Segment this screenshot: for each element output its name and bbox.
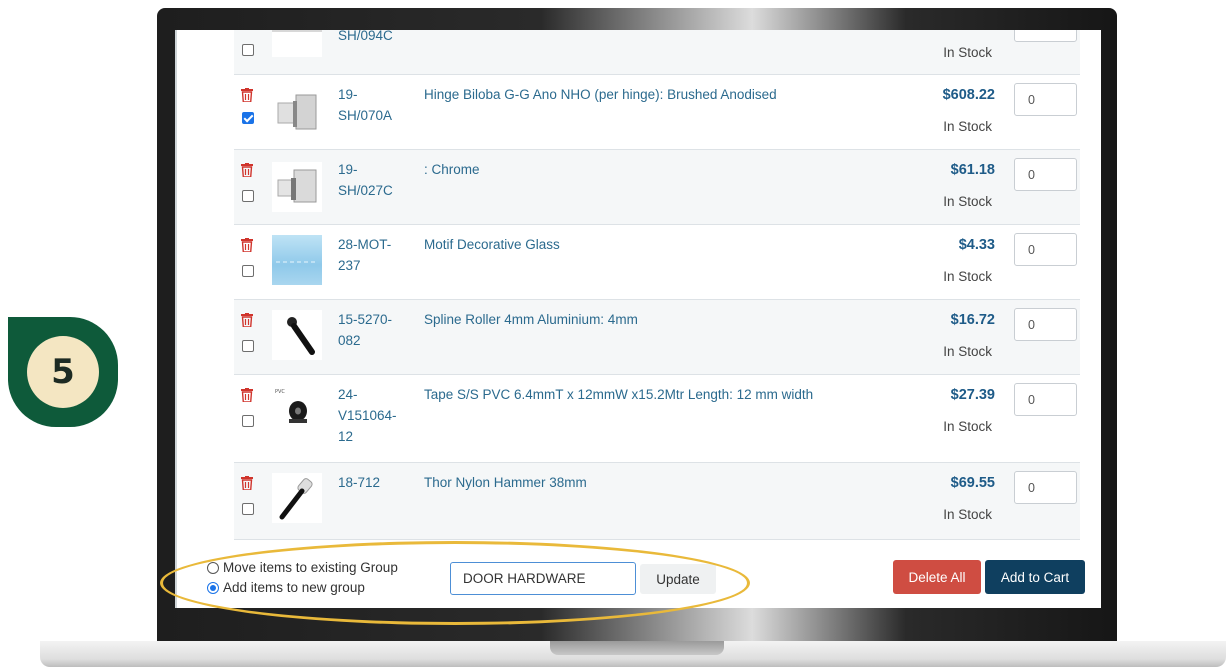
product-description[interactable]: Hinge Biloba G-G Ano NHO (per hinge): Br…	[424, 84, 824, 105]
step-number: 5	[27, 336, 99, 408]
product-sku[interactable]: 19- SH/070A	[338, 84, 402, 126]
quantity-input[interactable]: 0	[1014, 30, 1077, 42]
stock-status: In Stock	[943, 344, 992, 359]
table-row: 19- SH/027C : Chrome $61.18 In Stock 0	[234, 150, 1080, 225]
row-checkbox[interactable]	[242, 340, 254, 352]
trash-icon[interactable]	[241, 388, 253, 402]
product-thumbnail	[272, 87, 322, 137]
quantity-input[interactable]: 0	[1014, 233, 1077, 266]
stock-status: In Stock	[943, 45, 992, 60]
stock-status: In Stock	[943, 419, 992, 434]
product-description[interactable]: Spline Roller 4mm Aluminium: 4mm	[424, 309, 824, 330]
laptop-notch	[550, 641, 724, 655]
quantity-input[interactable]: 0	[1014, 471, 1077, 504]
product-sku[interactable]: SH/094C	[338, 30, 402, 46]
table-row: SH/094C In Stock 0	[234, 30, 1080, 75]
radio-move-existing[interactable]	[207, 561, 219, 574]
product-thumbnail	[272, 473, 322, 523]
table-row: 15-5270- 082 Spline Roller 4mm Aluminium…	[234, 300, 1080, 375]
stock-status: In Stock	[943, 119, 992, 134]
trash-icon[interactable]	[241, 313, 253, 327]
product-sku[interactable]: 19- SH/027C	[338, 159, 402, 201]
product-sku[interactable]: 24- V151064- 12	[338, 384, 402, 447]
product-thumbnail	[272, 30, 322, 57]
row-checkbox[interactable]	[242, 265, 254, 277]
stock-status: In Stock	[943, 269, 992, 284]
move-to-existing-group-option[interactable]: Move items to existing Group	[207, 560, 398, 575]
table-row: PVC 24- V151064- 12 Tape S/S PVC 6.4mmT …	[234, 375, 1080, 463]
delete-all-button[interactable]: Delete All	[893, 560, 981, 594]
row-checkbox[interactable]	[242, 112, 254, 124]
product-sku[interactable]: 18-712	[338, 472, 402, 493]
product-description[interactable]: Tape S/S PVC 6.4mmT x 12mmW x15.2Mtr Len…	[424, 384, 824, 405]
trash-icon[interactable]	[241, 163, 253, 177]
row-checkbox[interactable]	[242, 503, 254, 515]
step-badge: 5	[8, 317, 118, 427]
product-price: $608.22	[942, 87, 995, 103]
radio-add-new[interactable]	[207, 581, 219, 594]
row-checkbox[interactable]	[242, 44, 254, 56]
product-description[interactable]: : Chrome	[424, 159, 824, 180]
product-price: $27.39	[950, 387, 995, 403]
update-button[interactable]: Update	[640, 564, 716, 594]
table-row: 18-712 Thor Nylon Hammer 38mm $69.55 In …	[234, 463, 1080, 540]
product-sku[interactable]: 28-MOT- 237	[338, 234, 402, 276]
add-to-new-group-option[interactable]: Add items to new group	[207, 580, 365, 595]
svg-text:PVC: PVC	[275, 389, 285, 395]
table-row: 28-MOT- 237 Motif Decorative Glass $4.33…	[234, 225, 1080, 300]
product-sku[interactable]: 15-5270- 082	[338, 309, 402, 351]
product-description[interactable]: Thor Nylon Hammer 38mm	[424, 472, 824, 493]
product-price: $4.33	[958, 237, 995, 253]
quantity-input[interactable]: 0	[1014, 83, 1077, 116]
stock-status: In Stock	[943, 507, 992, 522]
product-description[interactable]: Motif Decorative Glass	[424, 234, 824, 255]
product-price: $61.18	[950, 162, 995, 178]
quantity-input[interactable]: 0	[1014, 158, 1077, 191]
product-thumbnail: PVC	[272, 385, 322, 435]
product-price: $69.55	[950, 475, 995, 491]
table-row: 19- SH/070A Hinge Biloba G-G Ano NHO (pe…	[234, 75, 1080, 150]
product-thumbnail	[272, 235, 322, 285]
group-name-input[interactable]: DOOR HARDWARE	[450, 562, 636, 595]
tutorial-slide: 5 SH/094C In Stock 0 19- SH/070A Hin	[0, 0, 1226, 670]
add-to-cart-button[interactable]: Add to Cart	[985, 560, 1085, 594]
laptop-screen: SH/094C In Stock 0 19- SH/070A Hinge Bil…	[175, 30, 1101, 608]
quantity-input[interactable]: 0	[1014, 308, 1077, 341]
trash-icon[interactable]	[241, 476, 253, 490]
add-new-label: Add items to new group	[223, 580, 365, 595]
stock-status: In Stock	[943, 194, 992, 209]
row-checkbox[interactable]	[242, 415, 254, 427]
product-thumbnail	[272, 310, 322, 360]
trash-icon[interactable]	[241, 238, 253, 252]
product-price: $16.72	[950, 312, 995, 328]
product-thumbnail	[272, 162, 322, 212]
group-actions-bar: Move items to existing Group Add items t…	[177, 540, 1101, 608]
trash-icon[interactable]	[241, 88, 253, 102]
move-existing-label: Move items to existing Group	[223, 560, 398, 575]
row-checkbox[interactable]	[242, 190, 254, 202]
quantity-input[interactable]: 0	[1014, 383, 1077, 416]
